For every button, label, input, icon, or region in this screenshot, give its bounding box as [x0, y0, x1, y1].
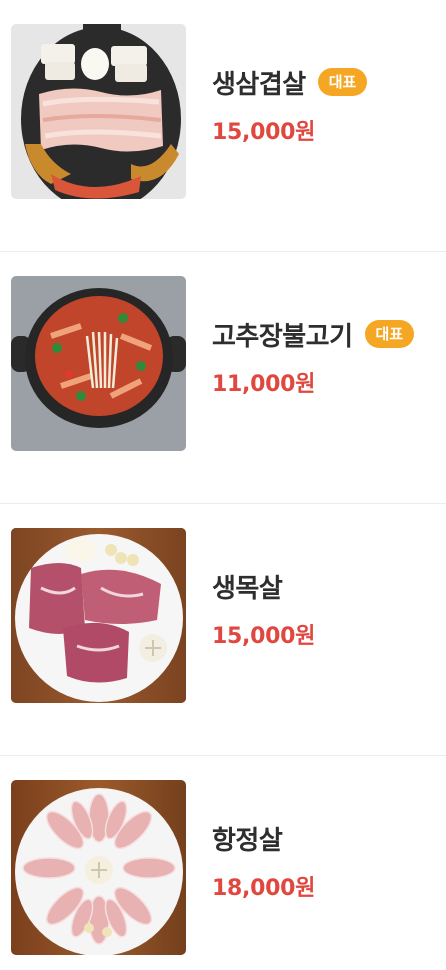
menu-item-image[interactable] [11, 780, 186, 955]
menu-item-price: 15,000원 [212, 120, 316, 145]
menu-item-info: 생삼겹살 대표 15,000원 [212, 62, 368, 146]
menu-item-info: 고추장불고기 대표 11,000원 [212, 314, 415, 398]
menu-item-samgyeopsal[interactable]: 생삼겹살 대표 15,000원 [0, 0, 446, 252]
menu-item-name: 항정살 [212, 825, 283, 856]
menu-list: 생삼겹살 대표 15,000원 고추장불고기 대표 11,000원 생목살 15… [0, 0, 446, 970]
menu-item-info: 항정살 18,000원 [212, 818, 315, 902]
menu-item-price: 11,000원 [212, 372, 316, 397]
menu-item-mokssal[interactable]: 생목살 15,000원 [0, 504, 446, 756]
menu-item-name: 생목살 [212, 573, 283, 604]
menu-item-image[interactable] [11, 24, 186, 199]
menu-item-name: 생삼겹살 [212, 69, 306, 100]
menu-item-price: 15,000원 [212, 624, 316, 649]
hangjeongsal-photo [11, 780, 186, 955]
menu-item-image[interactable] [11, 528, 186, 703]
signature-badge: 대표 [317, 68, 368, 96]
menu-item-price: 18,000원 [212, 876, 316, 901]
menu-item-info: 생목살 15,000원 [212, 566, 315, 650]
samgyeopsal-photo [11, 24, 186, 199]
signature-badge: 대표 [364, 320, 415, 348]
menu-item-hangjeongsal[interactable]: 항정살 18,000원 [0, 756, 446, 970]
mokssal-photo [11, 528, 186, 703]
gochujang-bulgogi-photo [11, 276, 186, 451]
menu-item-name: 고추장불고기 [212, 321, 353, 352]
menu-item-image[interactable] [11, 276, 186, 451]
menu-item-gochujang-bulgogi[interactable]: 고추장불고기 대표 11,000원 [0, 252, 446, 504]
